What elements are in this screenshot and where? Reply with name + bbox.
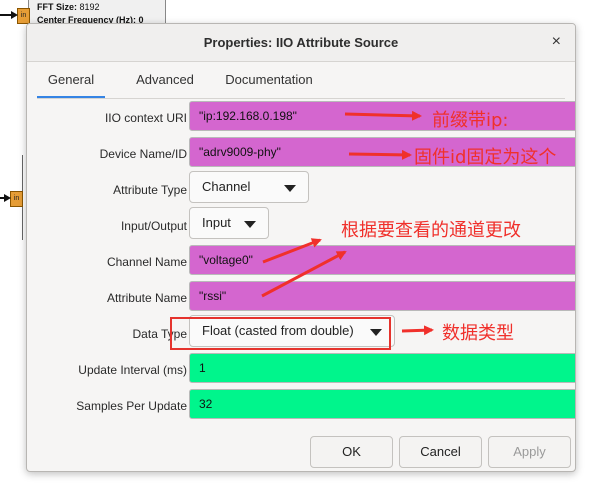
attribute-type-select[interactable]: Channel <box>189 171 309 203</box>
context-uri-label: IIO context URI <box>104 111 187 125</box>
tab-advanced[interactable]: Advanced <box>117 68 213 96</box>
block-input-port[interactable]: in <box>17 8 30 24</box>
attribute-name-label: Attribute Name <box>106 291 187 305</box>
dialog-title: Properties: IIO Attribute Source <box>203 35 399 50</box>
block-input-port-left[interactable]: in <box>10 191 23 207</box>
tab-documentation[interactable]: Documentation <box>213 68 325 96</box>
apply-button[interactable]: Apply <box>488 436 571 468</box>
connection-arrowhead-left <box>4 194 11 202</box>
block-fft-size: FFT Size: 8192 <box>37 2 100 12</box>
annotation-firmware-id: 固件id固定为这个 <box>414 147 557 168</box>
close-icon[interactable]: × <box>552 33 561 51</box>
attribute-type-value: Channel <box>202 179 251 194</box>
data-type-label: Data Type <box>132 327 187 341</box>
data-type-highlight-box <box>170 317 391 350</box>
samples-per-update-input[interactable]: 32 <box>189 389 575 419</box>
channel-name-input[interactable]: "voltage0" <box>189 245 575 275</box>
connection-arrowhead <box>11 11 18 19</box>
samples-per-update-label: Samples Per Update <box>76 399 187 413</box>
cancel-button[interactable]: Cancel <box>399 436 482 468</box>
annotation-channel-change: 根据要查看的通道更改 <box>341 220 521 241</box>
tab-general[interactable]: General <box>37 68 105 99</box>
ok-button[interactable]: OK <box>310 436 393 468</box>
device-name-label: Device Name/ID <box>99 147 187 161</box>
properties-dialog: Properties: IIO Attribute Source × Gener… <box>26 23 576 472</box>
chevron-down-icon <box>284 185 296 192</box>
annotation-data-type: 数据类型 <box>442 323 514 344</box>
input-output-value: Input <box>202 215 231 230</box>
channel-name-label: Channel Name <box>106 255 187 269</box>
chevron-down-icon <box>244 221 256 228</box>
annotation-prefix-ip: 前缀带ip: <box>432 110 509 131</box>
update-interval-label: Update Interval (ms) <box>78 363 187 377</box>
attribute-type-label: Attribute Type <box>113 183 187 197</box>
input-output-select[interactable]: Input <box>189 207 269 239</box>
update-interval-input[interactable]: 1 <box>189 353 575 383</box>
context-uri-input[interactable]: "ip:192.168.0.198" <box>189 101 575 131</box>
titlebar: Properties: IIO Attribute Source × <box>27 24 575 62</box>
input-output-label: Input/Output <box>120 219 187 233</box>
attribute-name-input[interactable]: "rssi" <box>189 281 575 311</box>
button-bar: OK Cancel Apply <box>27 436 575 471</box>
